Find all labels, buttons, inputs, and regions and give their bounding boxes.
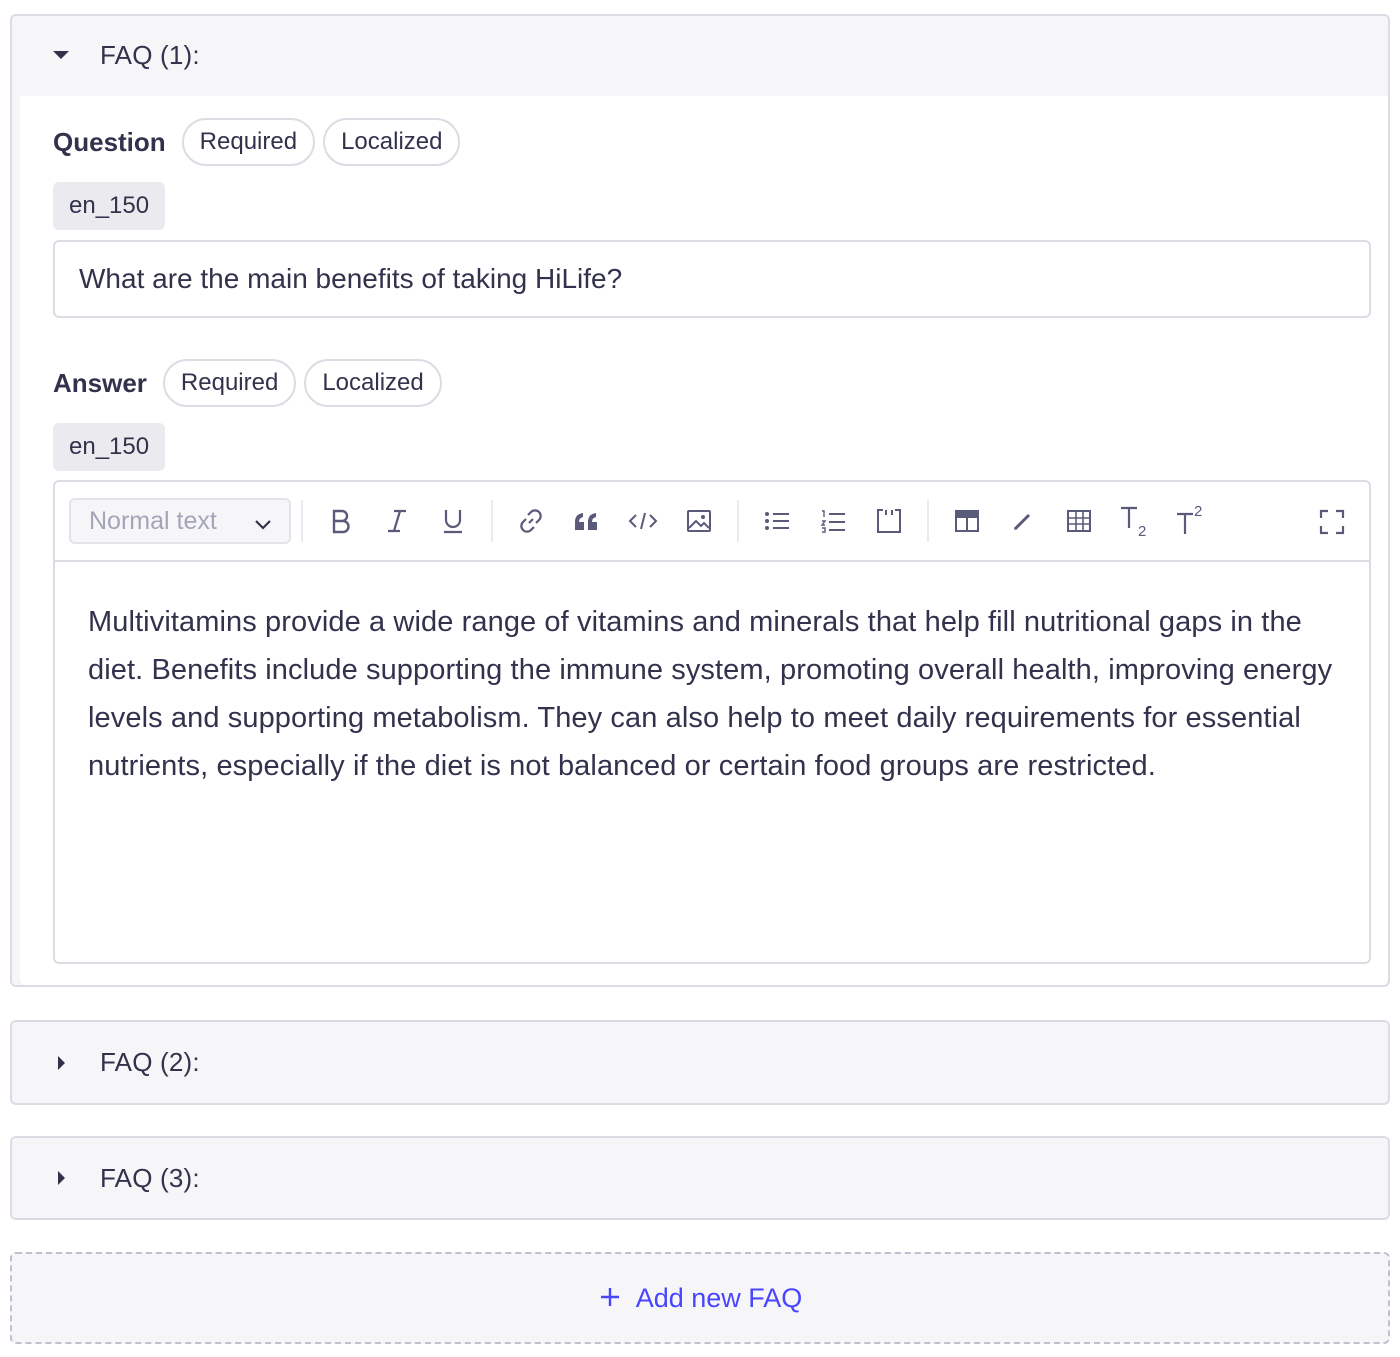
table-icon[interactable] [1056,498,1102,544]
caret-right-icon[interactable] [50,1052,72,1074]
answer-editor-content[interactable]: Multivitamins provide a wide range of vi… [55,562,1369,790]
add-new-faq-button[interactable]: Add new FAQ [10,1252,1390,1344]
chevron-down-icon [253,512,273,541]
faq-1-body: Question Required Localized en_150 What … [20,96,1388,985]
faq-2-title: FAQ (2): [100,1047,200,1077]
layout-icon[interactable] [944,498,990,544]
block-type-select[interactable]: Normal text [69,498,291,544]
image-icon[interactable] [676,498,722,544]
code-block-icon[interactable] [866,498,912,544]
svg-text:2: 2 [1194,504,1202,520]
underline-icon[interactable] [430,498,476,544]
block-type-value: Normal text [89,506,217,535]
toolbar-divider [491,500,493,542]
toolbar-divider [927,500,929,542]
faq-1-header[interactable]: FAQ (1): [12,16,1388,94]
question-label: Question [53,126,166,157]
svg-text:2: 2 [1138,523,1146,538]
question-input[interactable]: What are the main benefits of taking HiL… [53,240,1371,318]
answer-label-row: Answer Required Localized [53,359,450,407]
editor-toolbar: Normal text 2 2 [55,482,1369,562]
faq-3-header[interactable]: FAQ (3): [12,1138,1388,1218]
faq-3-title: FAQ (3): [100,1162,200,1193]
code-icon[interactable] [620,498,666,544]
answer-rich-text-editor: Normal text 2 2 Multivitamins provide a … [53,480,1371,964]
localized-badge: Localized [323,118,461,166]
plus-icon [598,1282,622,1314]
superscript-icon[interactable]: 2 [1168,498,1214,544]
faq-1-title: FAQ (1): [100,39,200,70]
required-badge: Required [162,359,297,407]
numbered-list-icon[interactable] [810,498,856,544]
link-icon[interactable] [508,498,554,544]
localized-badge: Localized [304,359,442,407]
italic-icon[interactable] [374,498,420,544]
toolbar-divider [301,500,303,542]
faq-item-2: FAQ (2): [10,1020,1390,1105]
highlight-icon[interactable] [1000,498,1046,544]
caret-down-icon[interactable] [50,44,72,66]
required-badge: Required [181,118,316,166]
faq-item-1: FAQ (1): Question Required Localized en_… [10,14,1390,987]
answer-label: Answer [53,367,147,398]
question-label-row: Question Required Localized [53,118,468,166]
bullet-list-icon[interactable] [754,498,800,544]
add-new-faq-label: Add new FAQ [635,1282,803,1313]
faq-2-header[interactable]: FAQ (2): [12,1022,1388,1103]
fullscreen-icon[interactable] [1309,499,1355,545]
question-locale-tag: en_150 [53,182,166,230]
bold-icon[interactable] [318,498,364,544]
toolbar-divider [737,500,739,542]
subscript-icon[interactable]: 2 [1112,498,1158,544]
quote-icon[interactable] [564,498,610,544]
faq-item-3: FAQ (3): [10,1136,1390,1220]
answer-locale-tag: en_150 [53,423,166,471]
caret-right-icon[interactable] [50,1167,72,1189]
